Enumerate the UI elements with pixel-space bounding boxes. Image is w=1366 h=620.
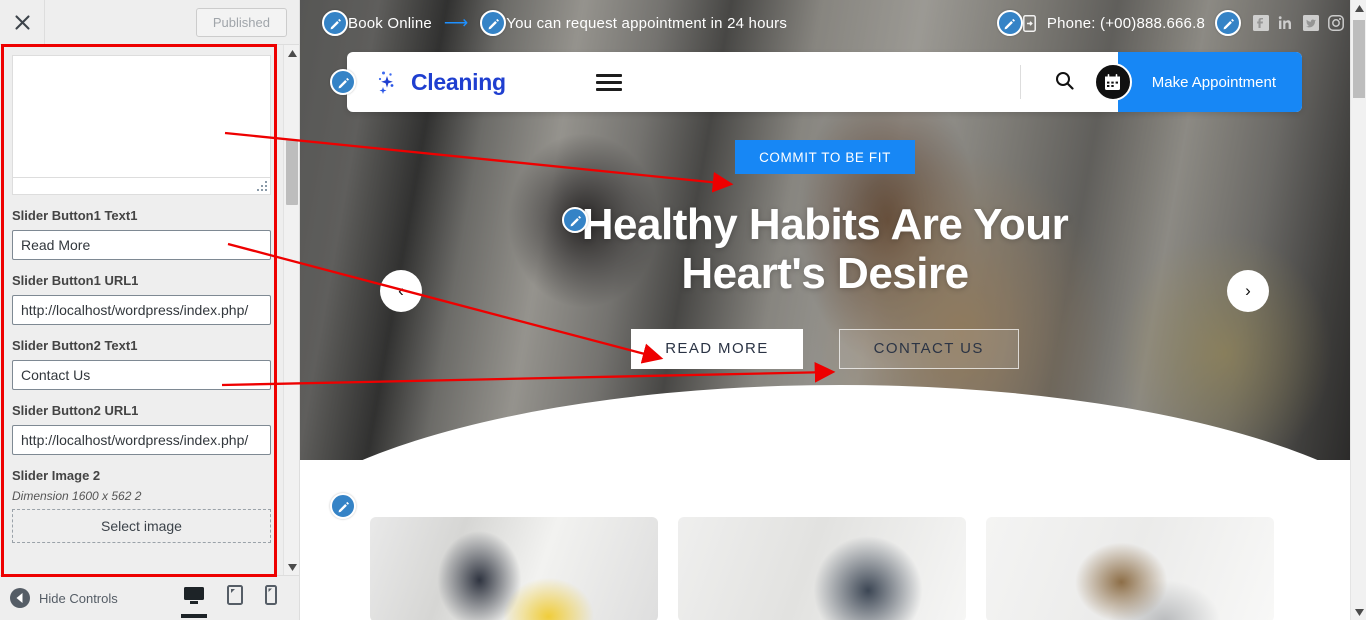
book-online-label: Book Online — [348, 14, 432, 32]
site-navbar: Cleaning Make Appointment — [330, 52, 1302, 112]
chevron-left-icon[interactable]: ‹ — [380, 270, 422, 312]
hero-contact-us-button[interactable]: CONTACT US — [838, 328, 1019, 369]
select-image-button[interactable]: Select image — [12, 509, 271, 544]
chevron-left-circle-icon — [10, 588, 30, 608]
preview-scrollbar[interactable] — [1350, 0, 1366, 620]
slider-button2-url1-input[interactable] — [12, 424, 271, 455]
scroll-up-arrow-icon[interactable] — [1351, 0, 1366, 16]
pencil-edit-icon[interactable] — [322, 10, 348, 36]
slider-button2-text1-input[interactable] — [12, 359, 271, 390]
brand-name: Cleaning — [411, 68, 506, 95]
customizer-header: Published — [0, 0, 299, 45]
chevron-right-icon[interactable]: › — [1227, 270, 1269, 312]
hero-title-row: Healthy Habits Are Your Heart's Desire — [300, 200, 1350, 299]
topbar-right-group: Phone: (+00)888.666.8 — [996, 10, 1344, 36]
instagram-icon[interactable] — [1328, 15, 1344, 31]
pencil-edit-icon[interactable] — [562, 207, 588, 233]
mobile-icon[interactable] — [263, 585, 279, 611]
arrow-right-icon: ⟶ — [443, 13, 469, 32]
site-logo[interactable]: Cleaning — [373, 67, 506, 97]
customizer-screen: Published Slider Button1 Text1 Read More… — [0, 0, 1366, 620]
twitter-icon[interactable] — [1303, 15, 1319, 31]
search-icon[interactable] — [1055, 71, 1074, 93]
nav-divider — [1019, 65, 1021, 99]
hamburger-icon[interactable] — [595, 73, 622, 91]
slider-button1-url1-input[interactable] — [12, 294, 271, 325]
customizer-controls-list: Slider Button1 Text1 Slider Button1 URL1… — [0, 45, 283, 575]
slider-image-2-label: Slider Image 2 — [12, 467, 101, 483]
hide-controls-label: Hide Controls — [39, 590, 118, 606]
control-slider-image-2: Slider Image 2 Dimension 1600 x 562 2 Se… — [12, 468, 271, 544]
navbar-right-group: Make Appointment — [1019, 52, 1302, 112]
pencil-edit-icon[interactable] — [1215, 10, 1241, 36]
slider-image-2-dimension: Dimension 1600 x 562 2 — [12, 489, 142, 504]
control-slider-button2-text1: Slider Button2 Text1 — [12, 338, 271, 390]
customizer-scrollbar-thumb[interactable] — [286, 140, 298, 205]
textarea-resize-handle[interactable] — [255, 179, 267, 191]
control-slider-button1-url1: Slider Button1 URL1 — [12, 273, 271, 325]
control-label: Slider Button2 URL1 — [12, 402, 139, 418]
calendar-icon — [1093, 63, 1132, 101]
pencil-edit-icon[interactable] — [330, 493, 356, 519]
service-card-image[interactable] — [678, 517, 966, 620]
control-label: Slider Button1 Text1 — [12, 208, 138, 223]
appointment-group: Make Appointment — [1093, 52, 1302, 112]
scroll-down-arrow-icon[interactable] — [1351, 604, 1366, 620]
close-icon[interactable] — [0, 0, 45, 44]
customizer-body: Slider Button1 Text1 Slider Button1 URL1… — [0, 45, 299, 575]
control-label: Slider Button1 URL1 — [12, 272, 139, 288]
service-cards — [370, 517, 1274, 620]
preview-scrollbar-thumb[interactable] — [1353, 20, 1365, 98]
hero-content: COMMIT TO BE FIT Healthy Habits Are Your… — [300, 140, 1350, 369]
control-slider-button1-text1: Slider Button1 Text1 — [12, 208, 271, 260]
hero-read-more-button[interactable]: READ MORE — [631, 328, 803, 369]
control-textarea — [12, 55, 271, 195]
mobile-phone-icon — [1022, 15, 1039, 32]
customizer-scrollbar[interactable] — [283, 45, 299, 575]
published-button[interactable]: Published — [195, 7, 287, 37]
phone-number-label: Phone: (+00)888.666.8 — [1046, 14, 1205, 32]
customizer-panel: Published Slider Button1 Text1 Read More… — [0, 0, 300, 620]
site-preview-pane: Book Online ⟶ You can request appointmen… — [300, 0, 1366, 620]
social-links — [1253, 15, 1344, 31]
scroll-down-arrow-icon[interactable] — [284, 559, 299, 575]
hero-buttons: READ MORE CONTACT US — [631, 328, 1019, 369]
make-appointment-button[interactable]: Make Appointment — [1117, 52, 1302, 112]
pencil-edit-icon[interactable] — [330, 69, 356, 95]
site-topbar: Book Online ⟶ You can request appointmen… — [300, 0, 1366, 46]
topbar-left-group: Book Online ⟶ You can request appointmen… — [322, 10, 787, 36]
service-card-image[interactable] — [370, 517, 658, 620]
phone-block: Phone: (+00)888.666.8 — [1022, 14, 1205, 32]
linkedin-icon[interactable] — [1278, 15, 1294, 31]
pencil-edit-icon[interactable] — [996, 10, 1023, 36]
sparkle-icon — [373, 67, 403, 97]
hero-badge-button[interactable]: COMMIT TO BE FIT — [735, 140, 915, 174]
control-slider-button2-url1: Slider Button2 URL1 — [12, 403, 271, 455]
hide-controls-button[interactable]: Hide Controls — [10, 588, 118, 608]
appointment-note-label: You can request appointment in 24 hours — [506, 14, 788, 32]
slider-description-textarea[interactable] — [13, 56, 270, 178]
textarea-wrapper — [12, 55, 271, 195]
scroll-up-arrow-icon[interactable] — [284, 45, 299, 61]
services-section — [300, 460, 1350, 620]
slider-button1-text1-input[interactable] — [12, 229, 271, 260]
service-card-image[interactable] — [986, 517, 1274, 620]
desktop-icon[interactable] — [181, 586, 207, 611]
device-preview-buttons — [181, 585, 289, 611]
pencil-edit-icon[interactable] — [480, 10, 507, 36]
hero-title: Healthy Habits Are Your Heart's Desire — [581, 200, 1069, 299]
tablet-icon[interactable] — [225, 585, 245, 611]
facebook-icon[interactable] — [1253, 15, 1269, 31]
customizer-footer: Hide Controls — [0, 575, 299, 620]
control-label: Slider Button2 Text1 — [12, 337, 138, 353]
